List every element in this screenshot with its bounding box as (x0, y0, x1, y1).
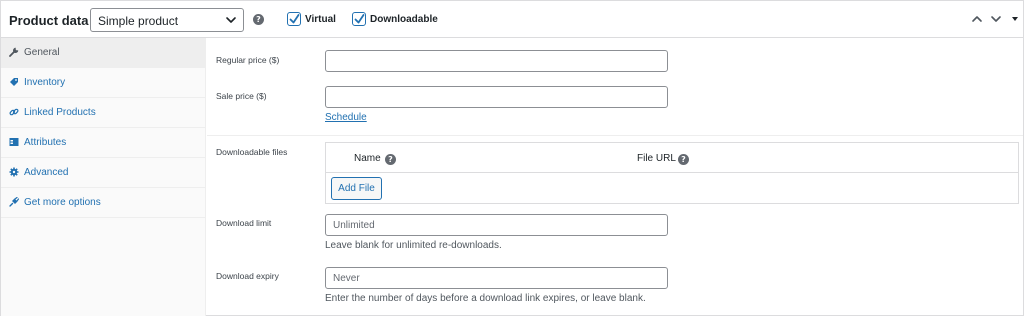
schedule-link[interactable]: Schedule (325, 112, 367, 123)
link-icon (9, 108, 19, 116)
chevron-down-icon (226, 17, 236, 23)
sale-price-input[interactable] (325, 86, 668, 108)
help-icon[interactable]: ? (385, 154, 396, 165)
downloadable-label[interactable]: Downloadable (370, 14, 438, 25)
regular-price-input[interactable] (325, 50, 668, 72)
download-expiry-label: Download expiry (216, 271, 279, 281)
downloadable-files-table: Name ? File URL ? Add File (325, 142, 1019, 204)
checkmark-icon (354, 14, 365, 24)
checkmark-icon (289, 14, 300, 24)
table-icon (9, 138, 19, 146)
download-limit-placeholder: Unlimited (333, 220, 375, 231)
wrench-icon (9, 47, 19, 57)
chevron-down-icon[interactable] (990, 13, 1002, 25)
tab-label: Inventory (24, 77, 66, 88)
download-expiry-help: Enter the number of days before a downlo… (325, 293, 646, 304)
tab-general[interactable]: General (1, 38, 206, 68)
tab-advanced[interactable]: Advanced (1, 158, 206, 188)
regular-price-label: Regular price ($) (216, 55, 280, 65)
help-icon[interactable]: ? (678, 154, 689, 165)
toggle-panel-icon[interactable] (1009, 13, 1021, 25)
plugin-icon (9, 197, 19, 207)
files-table-header: Name ? File URL ? (326, 143, 1018, 173)
section-divider (207, 135, 1023, 136)
tab-label: Advanced (24, 167, 69, 178)
general-options-panel: Regular price ($) Sale price ($) Schedul… (207, 38, 1023, 316)
download-limit-help: Leave blank for unlimited re-downloads. (325, 240, 502, 251)
tag-icon (10, 78, 18, 86)
tab-inventory[interactable]: Inventory (1, 68, 206, 98)
downloadable-checkbox[interactable] (352, 12, 366, 26)
panel-header: Product data — Simple product ? Virtual … (1, 1, 1023, 38)
tab-label: Get more options (24, 197, 101, 208)
product-type-select[interactable]: Simple product (90, 8, 244, 32)
tab-label: Linked Products (24, 107, 96, 118)
chevron-up-icon[interactable] (971, 13, 983, 25)
product-data-tabs: General Inventory Linked Products Attrib… (1, 38, 206, 316)
sale-price-label: Sale price ($) (216, 91, 267, 101)
help-icon[interactable]: ? (253, 14, 264, 25)
tab-label: General (24, 47, 60, 58)
download-expiry-input[interactable]: Never (325, 267, 668, 289)
download-expiry-placeholder: Never (333, 273, 360, 284)
virtual-label[interactable]: Virtual (305, 14, 336, 25)
column-name-header: Name (354, 153, 381, 164)
tab-attributes[interactable]: Attributes (1, 128, 206, 158)
tab-label: Attributes (24, 137, 67, 148)
download-limit-input[interactable]: Unlimited (325, 214, 668, 236)
product-data-panel: Product data — Simple product ? Virtual … (0, 0, 1024, 316)
gear-icon (9, 167, 19, 177)
tab-linked-products[interactable]: Linked Products (1, 98, 206, 128)
column-file-url-header: File URL (637, 153, 676, 164)
virtual-checkbox[interactable] (287, 12, 301, 26)
add-file-button[interactable]: Add File (331, 177, 382, 200)
tab-get-more-options[interactable]: Get more options (1, 188, 206, 218)
download-limit-label: Download limit (216, 218, 272, 228)
downloadable-files-label: Downloadable files (216, 147, 288, 157)
product-type-value: Simple product (98, 14, 179, 28)
